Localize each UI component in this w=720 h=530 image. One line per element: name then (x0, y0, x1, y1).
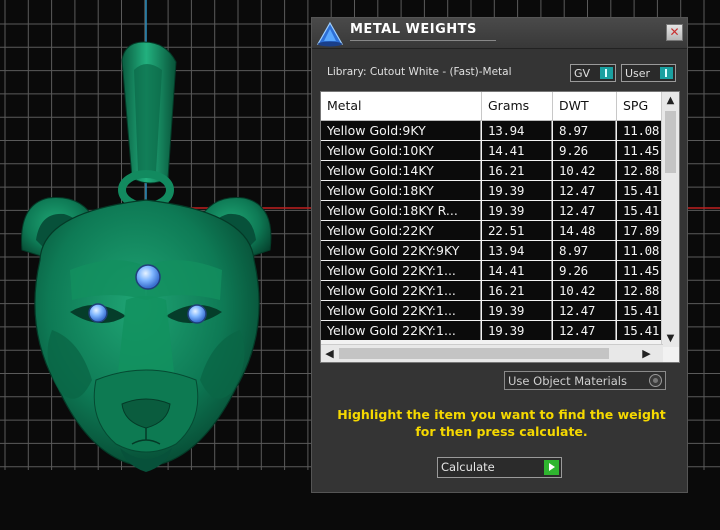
dropdown-arrow-icon (600, 67, 613, 79)
table-row[interactable]: Yellow Gold 22KY:1... 19.39 12.47 15.41 (321, 301, 663, 320)
user-dropdown[interactable]: User (621, 64, 676, 82)
cell-dwt: 9.26 (553, 261, 616, 280)
cell-grams: 14.41 (482, 261, 552, 280)
cell-grams: 14.41 (482, 141, 552, 160)
cell-spg: 11.08 (617, 241, 663, 260)
cell-spg: 15.41 (617, 321, 663, 340)
column-header-dwt[interactable]: DWT (553, 92, 617, 120)
user-dropdown-value: User (625, 67, 651, 80)
gv-dropdown[interactable]: GV (570, 64, 616, 82)
metal-weights-panel: METAL WEIGHTS ✕ Library: Cutout White - … (311, 17, 688, 493)
vertical-scroll-thumb[interactable] (665, 111, 676, 173)
table-row[interactable]: Yellow Gold:10KY 14.41 9.26 11.45 (321, 141, 663, 160)
cell-spg: 12.88 (617, 161, 663, 180)
scroll-left-icon[interactable]: ◀ (321, 345, 338, 362)
cell-grams: 19.39 (482, 181, 552, 200)
table-row[interactable]: Yellow Gold:22KY 22.51 14.48 17.89 (321, 221, 663, 240)
cell-dwt: 8.97 (553, 241, 616, 260)
use-object-materials-label: Use Object Materials (508, 374, 627, 388)
forehead-gem (135, 264, 161, 290)
cell-metal: Yellow Gold:22KY (321, 221, 481, 240)
horizontal-scroll-thumb[interactable] (339, 348, 609, 359)
cell-dwt: 9.26 (553, 141, 616, 160)
cell-metal: Yellow Gold 22KY:9KY (321, 241, 481, 260)
cell-spg: 12.88 (617, 281, 663, 300)
horizontal-scrollbar[interactable]: ◀ ▶ (321, 344, 663, 362)
cell-metal: Yellow Gold 22KY:1... (321, 301, 481, 320)
cell-grams: 16.21 (482, 281, 552, 300)
cell-dwt: 14.48 (553, 221, 616, 240)
radio-icon[interactable] (649, 374, 662, 387)
cell-spg: 15.41 (617, 301, 663, 320)
vertical-scrollbar[interactable]: ▲ ▼ (661, 92, 679, 347)
cell-grams: 16.21 (482, 161, 552, 180)
cell-grams: 19.39 (482, 301, 552, 320)
dropdown-arrow-icon (660, 67, 673, 79)
column-header-grams[interactable]: Grams (482, 92, 553, 120)
table-row[interactable]: Yellow Gold:9KY 13.94 8.97 11.08 (321, 121, 663, 140)
title-underline (350, 40, 496, 41)
table-row[interactable]: Yellow Gold 22KY:1... 16.21 10.42 12.88 (321, 281, 663, 300)
close-button[interactable]: ✕ (666, 24, 683, 41)
left-eye-gem (88, 303, 108, 323)
scroll-down-icon[interactable]: ▼ (662, 330, 679, 347)
calculate-label: Calculate (441, 460, 495, 474)
play-arrow-icon (544, 460, 559, 475)
cell-dwt: 12.47 (553, 321, 616, 340)
cell-grams: 13.94 (482, 121, 552, 140)
cell-metal: Yellow Gold:10KY (321, 141, 481, 160)
cell-metal: Yellow Gold 22KY:1... (321, 261, 481, 280)
gv-dropdown-value: GV (574, 67, 591, 80)
cell-spg: 15.41 (617, 181, 663, 200)
instruction-line-1: Highlight the item you want to find the … (337, 407, 666, 422)
cell-metal: Yellow Gold 22KY:1... (321, 321, 481, 340)
cell-spg: 11.45 (617, 261, 663, 280)
cell-spg: 11.45 (617, 141, 663, 160)
app-logo-icon (316, 21, 344, 47)
library-label: Library: Cutout White - (Fast)-Metal (327, 66, 512, 78)
instruction-text: Highlight the item you want to find the … (324, 406, 679, 440)
cell-spg: 17.89 (617, 221, 663, 240)
column-header-spg[interactable]: SPG (617, 92, 663, 120)
panel-title: METAL WEIGHTS (350, 22, 477, 37)
calculate-button[interactable]: Calculate (437, 457, 562, 478)
use-object-materials-toggle[interactable]: Use Object Materials (504, 371, 666, 390)
table-row[interactable]: Yellow Gold 22KY:9KY 13.94 8.97 11.08 (321, 241, 663, 260)
right-eye-gem (187, 304, 207, 324)
scroll-up-icon[interactable]: ▲ (662, 92, 679, 109)
cell-dwt: 12.47 (553, 301, 616, 320)
cell-metal: Yellow Gold:18KY R... (321, 201, 481, 220)
cell-metal: Yellow Gold 22KY:1... (321, 281, 481, 300)
table-row[interactable]: Yellow Gold 22KY:1... 14.41 9.26 11.45 (321, 261, 663, 280)
close-icon: ✕ (669, 25, 680, 39)
table-row[interactable]: Yellow Gold:14KY 16.21 10.42 12.88 (321, 161, 663, 180)
cell-grams: 19.39 (482, 321, 552, 340)
scroll-right-icon[interactable]: ▶ (638, 345, 655, 362)
cell-metal: Yellow Gold:18KY (321, 181, 481, 200)
cell-dwt: 10.42 (553, 281, 616, 300)
cell-dwt: 12.47 (553, 201, 616, 220)
table-row[interactable]: Yellow Gold 22KY:1... 19.39 12.47 15.41 (321, 321, 663, 340)
cell-metal: Yellow Gold:9KY (321, 121, 481, 140)
cell-grams: 13.94 (482, 241, 552, 260)
metal-table: Metal Grams DWT SPG Yellow Gold:9KY 13.94… (320, 91, 680, 363)
cell-spg: 11.08 (617, 121, 663, 140)
cell-dwt: 8.97 (553, 121, 616, 140)
instruction-line-2: for then press calculate. (415, 424, 588, 439)
cell-grams: 19.39 (482, 201, 552, 220)
cell-dwt: 10.42 (553, 161, 616, 180)
cell-grams: 22.51 (482, 221, 552, 240)
table-row[interactable]: Yellow Gold:18KY R... 19.39 12.47 15.41 (321, 201, 663, 220)
panel-titlebar[interactable]: METAL WEIGHTS ✕ (312, 18, 687, 49)
cell-spg: 15.41 (617, 201, 663, 220)
cell-dwt: 12.47 (553, 181, 616, 200)
column-header-metal[interactable]: Metal (321, 92, 482, 120)
table-row[interactable]: Yellow Gold:18KY 19.39 12.47 15.41 (321, 181, 663, 200)
cell-metal: Yellow Gold:14KY (321, 161, 481, 180)
table-header: Metal Grams DWT SPG (321, 92, 663, 121)
